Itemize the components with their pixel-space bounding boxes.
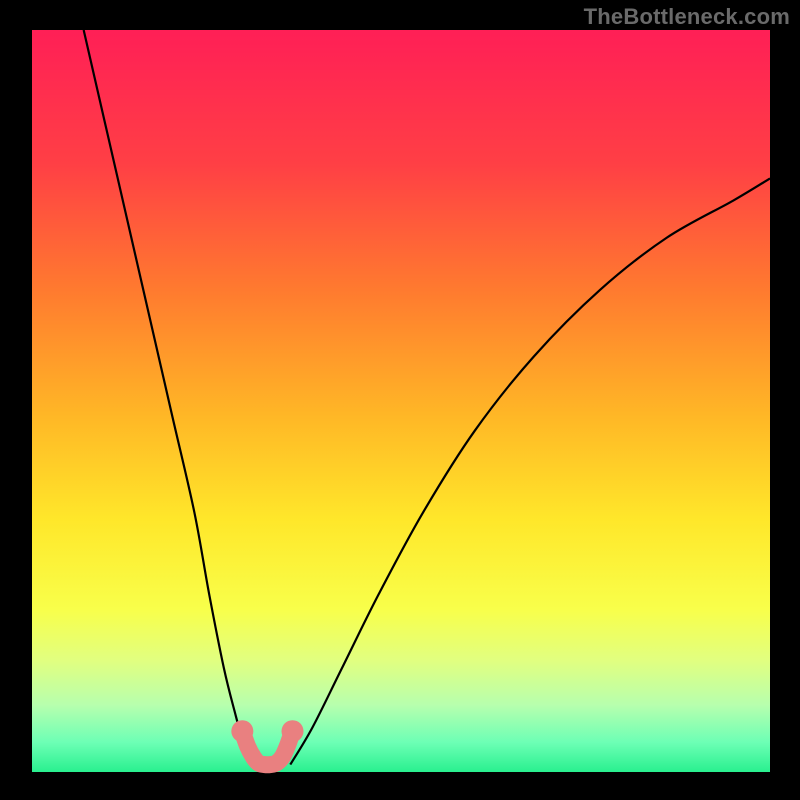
gradient-background — [32, 30, 770, 772]
pink-end-right — [282, 720, 304, 742]
pink-end-left — [231, 720, 253, 742]
watermark-text: TheBottleneck.com — [584, 4, 790, 30]
chart-stage: TheBottleneck.com — [0, 0, 800, 800]
bottleneck-chart — [0, 0, 800, 800]
